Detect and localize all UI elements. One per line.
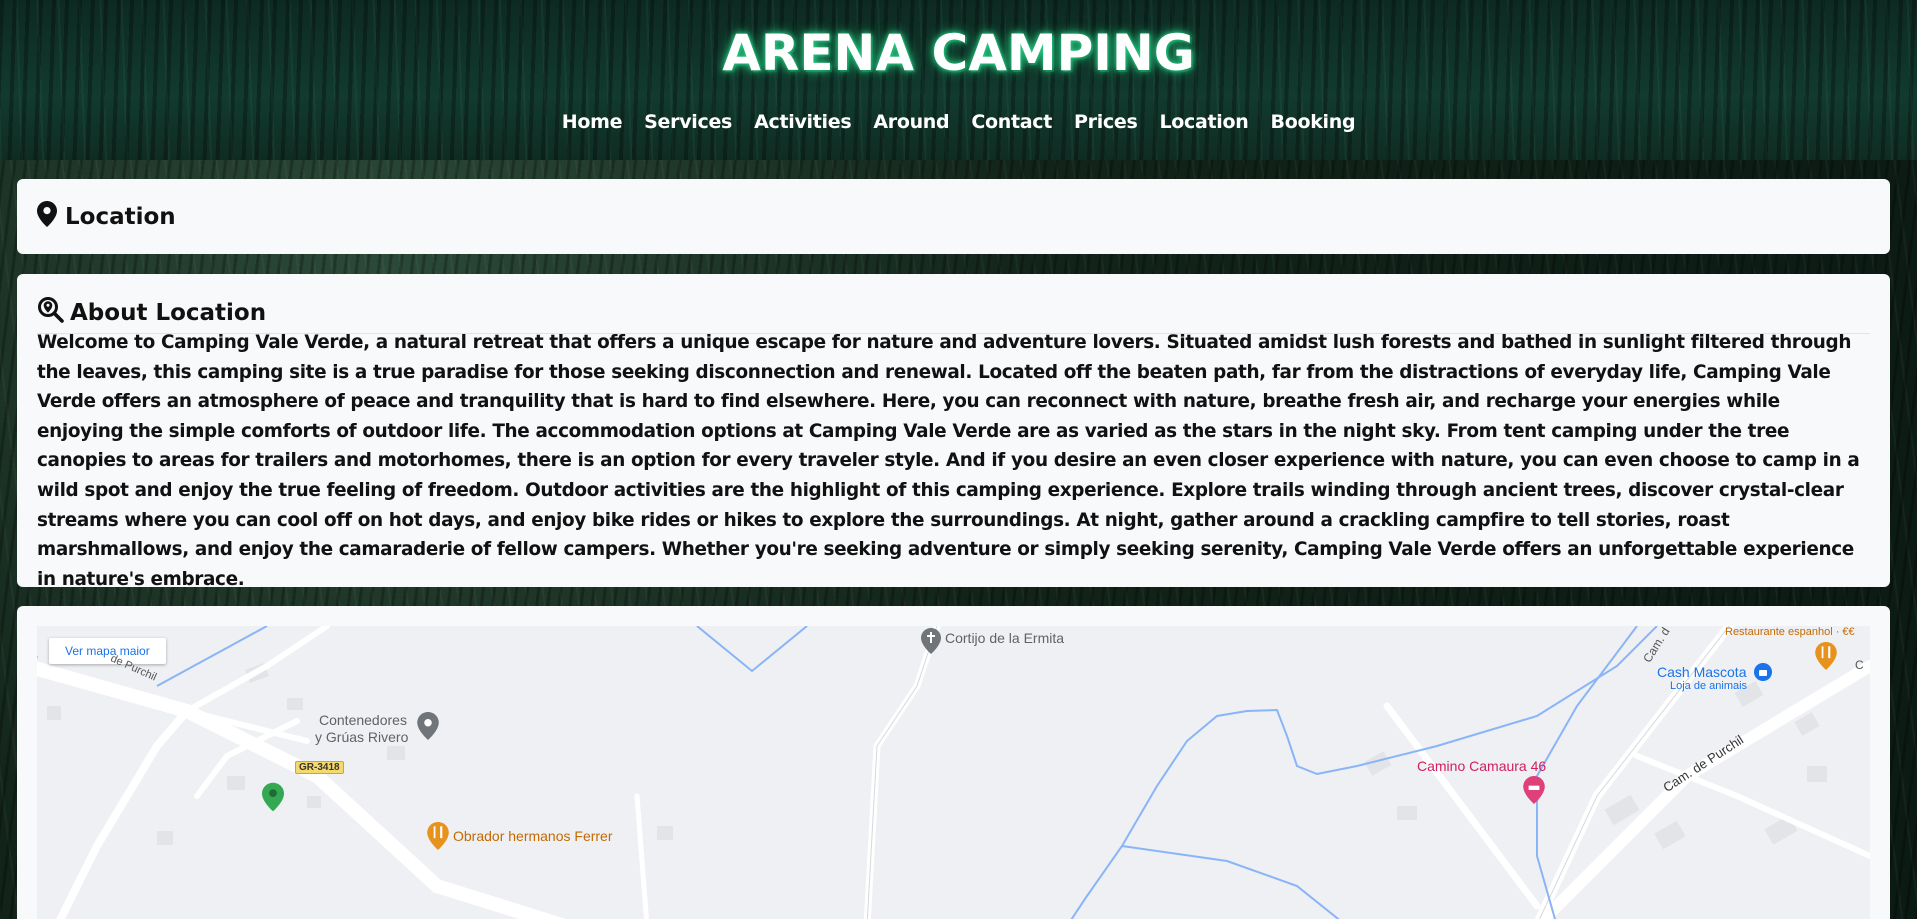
nav-around[interactable]: Around [862, 111, 960, 133]
site-title: ARENA CAMPING [722, 24, 1195, 82]
location-title: Location [65, 204, 176, 230]
embedded-map[interactable]: Ver mapa maior de Purchil Cam. d C Cam. … [37, 626, 1870, 919]
nav-activities[interactable]: Activities [743, 111, 862, 133]
camino-label[interactable]: Camino Camaura 46 [1417, 758, 1546, 774]
obrador-label[interactable]: Obrador hermanos Ferrer [453, 828, 613, 844]
nav-home[interactable]: Home [551, 111, 633, 133]
cash-mascota-label[interactable]: Cash Mascota [1657, 664, 1746, 680]
about-location-card: About Location Welcome to Camping Vale V… [17, 274, 1890, 590]
main-nav: Home Services Activities Around Contact … [0, 111, 1917, 133]
restaurante-label[interactable]: Restaurante espanhol · €€ [1725, 626, 1855, 638]
cortijo-label[interactable]: Cortijo de la Ermita [945, 630, 1064, 646]
map-pin-icon [37, 201, 57, 233]
larger-map-button[interactable]: Ver mapa maior [49, 638, 166, 664]
street-label-c: C [1855, 658, 1864, 672]
search-location-icon [37, 296, 64, 329]
location-card: Location [17, 179, 1890, 254]
map-card: Ver mapa maior de Purchil Cam. d C Cam. … [17, 606, 1890, 919]
nav-location[interactable]: Location [1148, 111, 1259, 133]
nav-services[interactable]: Services [633, 111, 743, 133]
about-text: Welcome to Camping Vale Verde, a natural… [37, 332, 1860, 590]
hero-header: ARENA CAMPING Home Services Activities A… [0, 0, 1917, 160]
nav-booking[interactable]: Booking [1260, 111, 1367, 133]
nav-contact[interactable]: Contact [960, 111, 1063, 133]
nav-prices[interactable]: Prices [1063, 111, 1148, 133]
location-heading: Location [37, 201, 176, 233]
contenedores-label-line1[interactable]: Contenedores [319, 712, 407, 728]
cash-mascota-sublabel: Loja de animais [1670, 680, 1748, 692]
contenedores-label-line2[interactable]: y Grúas Rivero [315, 729, 408, 745]
about-title: About Location [70, 299, 267, 326]
road-badge: GR-3418 [295, 761, 344, 774]
